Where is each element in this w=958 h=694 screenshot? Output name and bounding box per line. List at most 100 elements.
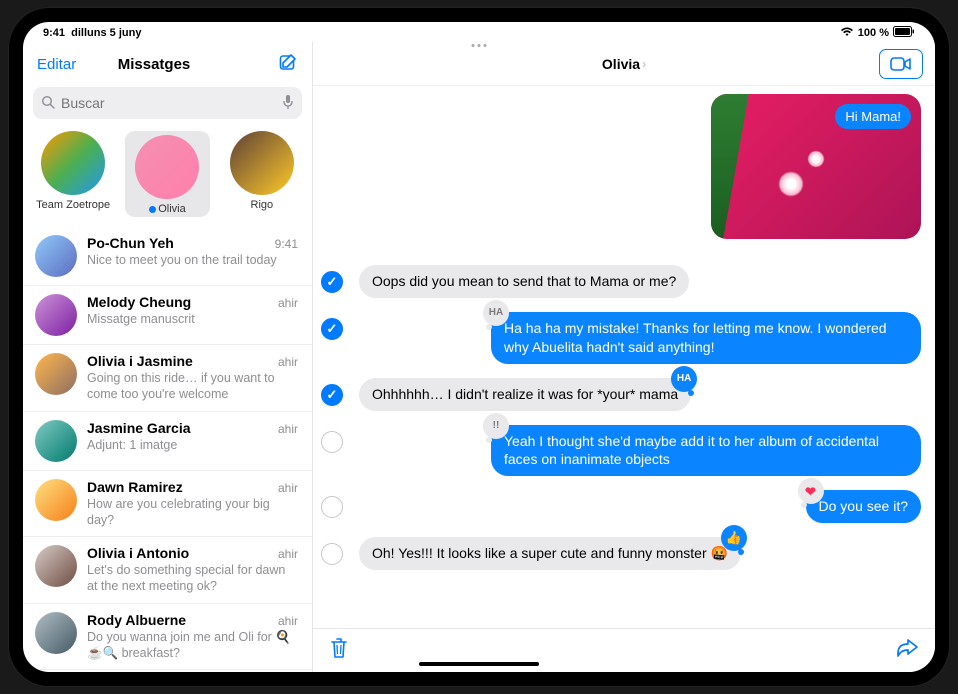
message-bubble[interactable]: Ha ha ha my mistake! Thanks for letting …: [491, 312, 921, 364]
chat-body[interactable]: Hi Mama! Oops did you mean to send that …: [313, 86, 935, 628]
message-row: Ha ha ha my mistake! Thanks for letting …: [321, 312, 921, 364]
bubble-wrap: Oh! Yes!!! It looks like a super cute an…: [359, 537, 921, 570]
avatar: [35, 479, 77, 521]
conversation-row[interactable]: Dawn Ramirez ahirHow are you celebrating …: [23, 471, 312, 538]
conversation-row[interactable]: Jasmine Garcia ahirAdjunt: 1 imatge: [23, 412, 312, 471]
avatar: [35, 235, 77, 277]
facetime-button[interactable]: [879, 49, 923, 79]
bubble-wrap: Ohhhhhh… I didn't realize it was for *yo…: [359, 378, 921, 411]
pin-label: Olivia: [149, 203, 186, 215]
search-field[interactable]: [33, 87, 302, 119]
message-bubble[interactable]: Oops did you mean to send that to Mama o…: [359, 265, 689, 298]
main-split: Editar Missatges: [23, 42, 935, 672]
search-input[interactable]: [61, 95, 276, 111]
conversation-preview: Adjunt: 1 imatge: [87, 437, 298, 453]
conversation-row[interactable]: Antonio Manriquezahir: [23, 670, 312, 672]
conversation-preview: Going on this ride… if you want to come …: [87, 370, 298, 403]
sidebar-header: Editar Missatges: [23, 42, 312, 83]
chat-title[interactable]: Olivia ›: [602, 56, 646, 72]
select-circle[interactable]: [321, 431, 343, 453]
pinned-row: Team Zoetrope Olivia Rigo: [23, 127, 312, 227]
photo-attachment[interactable]: Hi Mama!: [711, 94, 921, 239]
message-row: Yeah I thought she'd maybe add it to her…: [321, 425, 921, 477]
conversation-time: ahir: [278, 355, 298, 369]
message-photo[interactable]: Hi Mama!: [359, 94, 921, 239]
conversation-row[interactable]: Olivia i AntonioahirLet's do something s…: [23, 537, 312, 604]
avatar: [41, 131, 105, 195]
conversation-name: Olivia i Jasmine: [87, 353, 193, 369]
avatar: [35, 612, 77, 654]
conversation-time: ahir: [278, 481, 298, 495]
conversation-preview: Do you wanna join me and Oli for 🍳☕️🔍 br…: [87, 629, 298, 662]
select-circle[interactable]: [321, 543, 343, 565]
conversation-row[interactable]: Rody Albuerne ahirDo you wanna join me an…: [23, 604, 312, 671]
conversation-name: Melody Cheung: [87, 294, 191, 310]
pin-label: Rigo: [251, 199, 274, 211]
tapback-like[interactable]: 👍: [721, 525, 747, 551]
message-bubble[interactable]: Ohhhhhh… I didn't realize it was for *yo…: [359, 378, 691, 411]
battery-text: 100 %: [858, 27, 889, 39]
status-left: 9:41 dilluns 5 juny: [43, 27, 141, 39]
trash-button[interactable]: [329, 637, 349, 664]
conversation-body: Jasmine Garcia ahirAdjunt: 1 imatge: [87, 420, 298, 462]
edit-button[interactable]: Editar: [37, 56, 76, 73]
tapback-heart[interactable]: ❤: [798, 478, 824, 504]
status-right: 100 %: [840, 26, 915, 40]
pin-rigo[interactable]: Rigo: [220, 131, 304, 217]
avatar: [35, 353, 77, 395]
conversation-preview: How are you celebrating your big day?: [87, 496, 298, 529]
tapback-haha[interactable]: HA: [483, 300, 509, 326]
conversation-preview: Missatge manuscrit: [87, 311, 298, 327]
conversation-body: Po-Chun Yeh9:41Nice to meet you on the t…: [87, 235, 298, 277]
message-row: Ohhhhhh… I didn't realize it was for *yo…: [321, 378, 921, 411]
ipad-frame: 9:41 dilluns 5 juny 100 % Editar Missatg…: [9, 8, 949, 686]
mic-icon[interactable]: [282, 94, 294, 113]
conversation-time: ahir: [278, 422, 298, 436]
avatar: [35, 545, 77, 587]
status-bar: 9:41 dilluns 5 juny 100 %: [23, 22, 935, 42]
chat-title-text: Olivia: [602, 56, 640, 72]
share-arrow-icon: [895, 638, 919, 658]
bubble-wrap: Ha ha ha my mistake! Thanks for letting …: [359, 312, 921, 364]
message-row: Oops did you mean to send that to Mama o…: [321, 265, 921, 298]
conversation-preview: Let's do something special for dawn at t…: [87, 562, 298, 595]
select-circle[interactable]: [321, 318, 343, 340]
conversation-row[interactable]: Melody Cheung ahirMissatge manuscrit: [23, 286, 312, 345]
trash-icon: [329, 637, 349, 659]
share-button[interactable]: [895, 638, 919, 663]
bubble-wrap: Yeah I thought she'd maybe add it to her…: [359, 425, 921, 477]
conversation-row[interactable]: Olivia i Jasmine ahirGoing on this ride… …: [23, 345, 312, 412]
wifi-icon: [840, 27, 854, 40]
tapback-haha[interactable]: HA: [671, 366, 697, 392]
message-bubble[interactable]: Yeah I thought she'd maybe add it to her…: [491, 425, 921, 477]
conversation-name: Rody Albuerne: [87, 612, 186, 628]
photo-caption-bubble: Hi Mama!: [835, 104, 911, 129]
avatar: [35, 294, 77, 336]
select-circle[interactable]: [321, 271, 343, 293]
tapback-!![interactable]: !!: [483, 413, 509, 439]
pin-olivia[interactable]: Olivia: [125, 131, 209, 217]
conversation-name: Jasmine Garcia: [87, 420, 191, 436]
unread-dot: [149, 206, 156, 213]
chevron-right-icon: ›: [642, 57, 646, 71]
conversation-time: ahir: [278, 296, 298, 310]
conversation-list[interactable]: Po-Chun Yeh9:41Nice to meet you on the t…: [23, 227, 312, 672]
conversation-time: ahir: [278, 614, 298, 628]
message-bubble[interactable]: Oh! Yes!!! It looks like a super cute an…: [359, 537, 741, 570]
bubble-wrap: Do you see it?❤: [359, 490, 921, 523]
compose-button[interactable]: [278, 52, 298, 77]
search-icon: [41, 95, 55, 112]
conversation-body: Rody Albuerne ahirDo you wanna join me an…: [87, 612, 298, 662]
bubble-wrap: Oops did you mean to send that to Mama o…: [359, 265, 921, 298]
message-row: Oh! Yes!!! It looks like a super cute an…: [321, 537, 921, 570]
message-bubble[interactable]: Do you see it?❤: [806, 490, 922, 523]
conversation-name: Dawn Ramirez: [87, 479, 183, 495]
chat-pane: Olivia ›: [313, 42, 935, 672]
select-circle[interactable]: [321, 496, 343, 518]
home-indicator[interactable]: [419, 662, 539, 666]
pin-team-zoetrope[interactable]: Team Zoetrope: [31, 131, 115, 217]
pin-text: Olivia: [158, 203, 186, 215]
select-circle[interactable]: [321, 384, 343, 406]
conversation-row[interactable]: Po-Chun Yeh9:41Nice to meet you on the t…: [23, 227, 312, 286]
conversation-preview: Nice to meet you on the trail today: [87, 252, 298, 268]
